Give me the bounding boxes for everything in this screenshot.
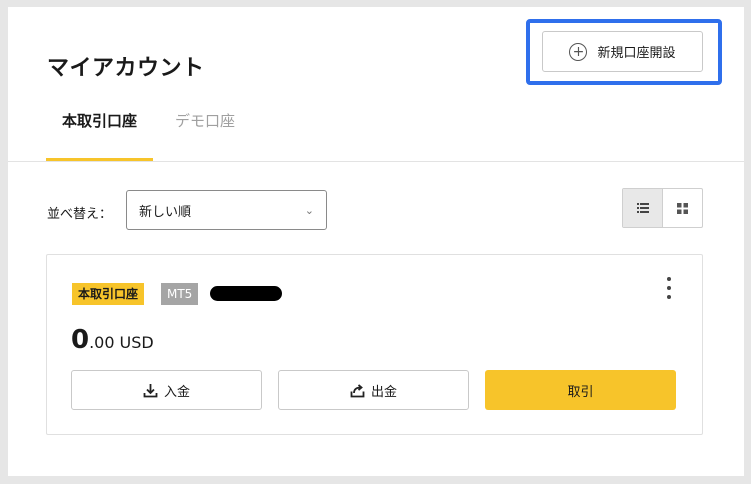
- view-toggle: [622, 188, 703, 228]
- account-balance: 0 .00 USD: [71, 325, 154, 355]
- trade-label: 取引: [567, 384, 594, 400]
- tabs-divider: [8, 161, 744, 162]
- deposit-button[interactable]: 入金: [71, 370, 262, 410]
- tab-real-account-label: 本取引口座: [62, 112, 138, 130]
- page-title: マイアカウント: [47, 56, 205, 81]
- list-view-button[interactable]: [623, 189, 663, 227]
- account-card: 本取引口座 MT5 0 .00 USD 入金 出金 取引: [46, 254, 703, 435]
- balance-integer: 0: [71, 325, 90, 355]
- sort-label: 並べ替え：: [47, 207, 113, 222]
- balance-currency: USD: [119, 333, 154, 352]
- tab-demo-account-label: デモ口座: [175, 112, 236, 130]
- new-account-label: 新規口座開設: [597, 46, 676, 61]
- platform-badge: MT5: [161, 283, 199, 305]
- download-icon: [143, 383, 158, 397]
- tab-demo-account[interactable]: デモ口座: [153, 102, 251, 162]
- more-options-icon[interactable]: [662, 275, 676, 301]
- list-icon: [636, 203, 649, 213]
- main-panel: マイアカウント + 新規口座開設 本取引口座 デモ口座 並べ替え： 新しい順 ⌄: [8, 7, 744, 476]
- sort-select[interactable]: 新しい順 ⌄: [126, 190, 327, 230]
- account-tabs: 本取引口座 デモ口座: [46, 102, 251, 162]
- sort-selected-value: 新しい順: [139, 204, 192, 220]
- account-type-badge: 本取引口座: [72, 283, 145, 305]
- share-out-icon: [350, 383, 365, 397]
- withdraw-label: 出金: [370, 384, 397, 400]
- masked-account-number: [210, 286, 282, 301]
- tab-real-account[interactable]: 本取引口座: [46, 102, 154, 162]
- plus-circle-icon: +: [569, 42, 588, 61]
- new-account-button[interactable]: + 新規口座開設: [542, 31, 703, 72]
- chevron-down-icon: ⌄: [304, 203, 314, 217]
- grid-view-button[interactable]: [663, 189, 702, 227]
- trade-button[interactable]: 取引: [485, 370, 676, 410]
- grid-icon: [677, 202, 688, 214]
- deposit-label: 入金: [163, 384, 190, 400]
- withdraw-button[interactable]: 出金: [278, 370, 469, 410]
- balance-decimal: .00: [89, 333, 115, 352]
